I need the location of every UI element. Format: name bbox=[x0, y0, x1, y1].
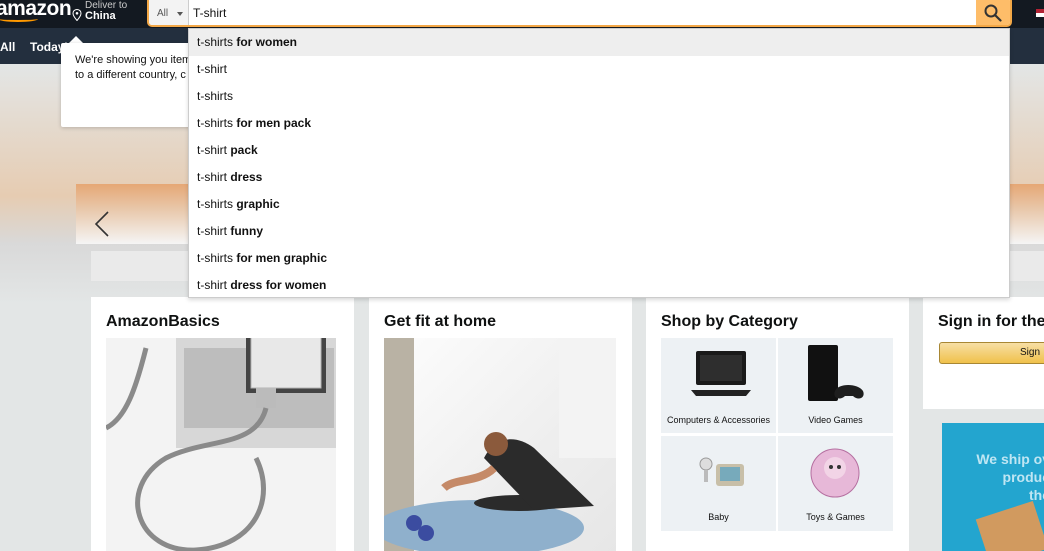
search-button[interactable] bbox=[976, 0, 1010, 25]
amazonbasics-image[interactable] bbox=[106, 338, 336, 551]
search-category-dropdown[interactable]: All bbox=[149, 0, 189, 25]
category-computers[interactable]: Computers & Accessories bbox=[661, 338, 776, 433]
search-suggestion[interactable]: t-shirt dress for women bbox=[189, 272, 1009, 299]
caret-down-icon bbox=[177, 12, 183, 16]
card-sign-in: Sign in for the Sign bbox=[923, 297, 1044, 409]
search-bar: All bbox=[147, 0, 1012, 27]
console-icon bbox=[808, 345, 864, 401]
deliver-to-location[interactable]: Deliver to China bbox=[70, 0, 140, 26]
search-suggestion[interactable]: t-shirt bbox=[189, 56, 1009, 83]
top-nav-bar: amazon Deliver to China All bbox=[0, 0, 1044, 28]
international-shipping-banner[interactable]: We ship ov produc the bbox=[942, 423, 1044, 551]
logo-smile-icon bbox=[0, 16, 38, 22]
category-label: Video Games bbox=[808, 415, 863, 425]
category-baby[interactable]: Baby bbox=[661, 436, 776, 531]
category-video-games[interactable]: Video Games bbox=[778, 338, 893, 433]
card-get-fit[interactable]: Get fit at home bbox=[369, 297, 632, 551]
search-suggestion[interactable]: t-shirts for men graphic bbox=[189, 245, 1009, 272]
card-title: Get fit at home bbox=[384, 313, 497, 330]
sign-in-button[interactable]: Sign bbox=[939, 342, 1044, 364]
search-suggestions-dropdown: t-shirts for women t-shirt t-shirts t-shirt… bbox=[188, 28, 1010, 298]
laptop-icon bbox=[691, 351, 751, 396]
search-suggestion[interactable]: t-shirts graphic bbox=[189, 191, 1009, 218]
card-amazonbasics[interactable]: AmazonBasics bbox=[91, 297, 354, 551]
search-suggestion[interactable]: t-shirt dress bbox=[189, 164, 1009, 191]
search-suggestion[interactable]: t-shirts bbox=[189, 83, 1009, 110]
category-toys[interactable]: Toys & Games bbox=[778, 436, 893, 531]
toy-ball-icon bbox=[810, 448, 860, 498]
search-suggestion[interactable]: t-shirts for men pack bbox=[189, 110, 1009, 137]
search-icon bbox=[984, 4, 1002, 22]
us-flag-icon[interactable] bbox=[1036, 9, 1044, 17]
card-title: Shop by Category bbox=[661, 313, 798, 330]
category-label: Computers & Accessories bbox=[666, 415, 771, 425]
deliver-country: China bbox=[85, 10, 116, 22]
card-title: AmazonBasics bbox=[106, 313, 220, 330]
amazon-logo[interactable]: amazon bbox=[0, 0, 72, 22]
baby-monitor-icon bbox=[699, 457, 744, 486]
carousel-prev-icon[interactable] bbox=[94, 210, 110, 238]
search-suggestion[interactable]: t-shirt pack bbox=[189, 137, 1009, 164]
nav-all-menu[interactable]: All bbox=[0, 40, 15, 54]
card-shop-by-category: Shop by Category Computers & Accessories… bbox=[646, 297, 909, 551]
category-label: Baby bbox=[708, 512, 729, 522]
search-input[interactable] bbox=[193, 3, 963, 23]
card-title: Sign in for the bbox=[938, 313, 1044, 330]
location-pin-icon bbox=[72, 9, 82, 21]
get-fit-image[interactable] bbox=[384, 338, 616, 551]
search-suggestion[interactable]: t-shirts for women bbox=[189, 29, 1009, 56]
category-label: Toys & Games bbox=[806, 512, 865, 522]
shipping-box-icon bbox=[975, 500, 1044, 551]
ship-banner-text: We ship ov produc the bbox=[976, 451, 1044, 503]
search-suggestion[interactable]: t-shirt funny bbox=[189, 218, 1009, 245]
